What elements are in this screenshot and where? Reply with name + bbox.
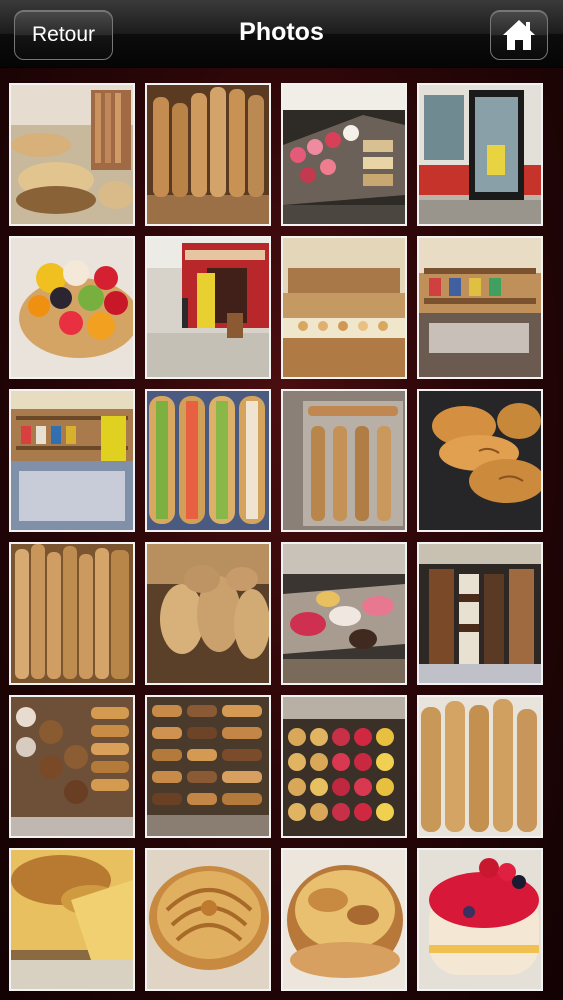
photo-flan-tart[interactable] xyxy=(281,848,407,991)
photo-pastry-counter-baskets[interactable] xyxy=(9,83,135,226)
photo-boulangerie-street-front[interactable] xyxy=(145,236,271,379)
photo-bakery-interior-counter[interactable] xyxy=(281,236,407,379)
photo-baguettes-on-tray[interactable] xyxy=(281,389,407,532)
photo-religieuses-eclairs[interactable] xyxy=(9,695,135,838)
photo-creme-brulee-tart[interactable] xyxy=(9,848,135,991)
photo-tartlets-tray[interactable] xyxy=(281,695,407,838)
photo-bakery-shelves-interior[interactable] xyxy=(417,236,543,379)
photo-red-fruit-cake[interactable] xyxy=(417,848,543,991)
home-button[interactable] xyxy=(490,10,548,60)
photo-bakery-storefront-door[interactable] xyxy=(417,83,543,226)
navigation-bar: Retour Photos xyxy=(0,0,563,68)
photo-cakes-display[interactable] xyxy=(281,542,407,685)
photo-shop-shelves-products[interactable] xyxy=(9,389,135,532)
page-title: Photos xyxy=(239,18,324,46)
photo-baguettes-basket[interactable] xyxy=(9,542,135,685)
photo-apple-tart[interactable] xyxy=(145,848,271,991)
photo-baguettes-closeup[interactable] xyxy=(417,695,543,838)
photo-eclairs-tray[interactable] xyxy=(145,695,271,838)
photo-dessert-display-case[interactable] xyxy=(281,83,407,226)
photo-pastry-rows-display[interactable] xyxy=(417,542,543,685)
home-icon xyxy=(503,20,535,50)
photo-croissants[interactable] xyxy=(417,389,543,532)
photo-sandwich-baguettes[interactable] xyxy=(145,389,271,532)
photo-round-loaves[interactable] xyxy=(145,542,271,685)
photo-baguettes-rack[interactable] xyxy=(145,83,271,226)
photo-grid xyxy=(9,83,543,991)
photo-fruit-tart[interactable] xyxy=(9,236,135,379)
